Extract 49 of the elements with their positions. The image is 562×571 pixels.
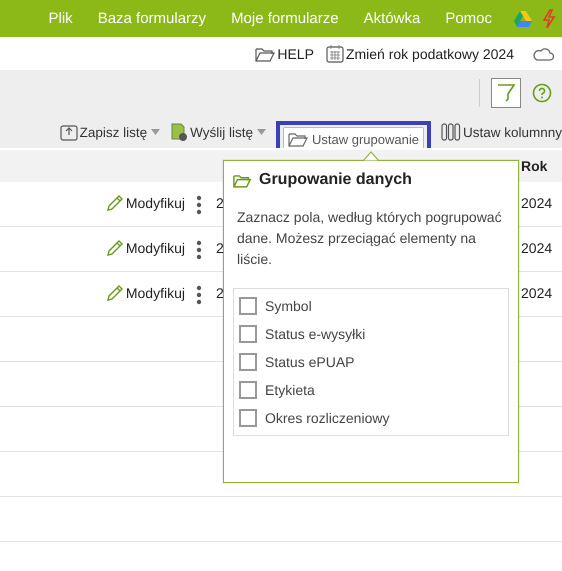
table-cell: 2 — [216, 195, 224, 211]
folder-icon — [233, 172, 253, 188]
folder-icon — [255, 46, 276, 62]
columns-icon — [440, 123, 461, 141]
help-link[interactable]: Zmień rok podatkowy 2024 — [326, 44, 514, 63]
document-icon — [170, 123, 188, 141]
modify-button[interactable]: Modyfikuj — [106, 194, 185, 212]
pencil-icon — [106, 194, 124, 212]
checkbox-option[interactable]: Etykieta — [234, 376, 508, 404]
checkbox-option[interactable]: Okres rozliczeniowy — [234, 404, 508, 432]
checkbox[interactable] — [239, 381, 257, 399]
more-icon[interactable] — [196, 285, 202, 305]
modify-button[interactable]: Modyfikuj — [106, 239, 185, 257]
calendar-icon — [326, 44, 344, 63]
popup-title: Grupowanie danych — [259, 171, 412, 189]
checkbox[interactable] — [239, 325, 257, 343]
link-text[interactable]: HELP — [277, 46, 314, 62]
help-link[interactable]: HELP — [255, 46, 314, 62]
checkbox-option[interactable]: Status e-wysyłki — [234, 320, 508, 348]
filter-button[interactable] — [491, 78, 521, 108]
link-text[interactable]: Zmień rok podatkowy 2024 — [346, 46, 514, 62]
caret-icon[interactable] — [151, 129, 160, 135]
help-icon[interactable] — [532, 83, 552, 103]
caret-icon[interactable] — [257, 129, 266, 135]
checkbox[interactable] — [239, 297, 257, 315]
pencil-icon — [106, 239, 124, 257]
triangle-icon[interactable] — [514, 10, 532, 26]
cloud-icon[interactable] — [532, 46, 554, 60]
popup-description: Zaznacz pola, według których pogrupować dane. Możesz przeciągać elementy na liście. — [237, 208, 503, 269]
column-header[interactable]: Rok — [521, 158, 548, 174]
checkbox-option[interactable]: Status ePUAP — [234, 348, 508, 376]
toolbar-button[interactable]: Ustaw kolumnny — [440, 123, 562, 141]
more-icon[interactable] — [196, 195, 202, 215]
folder-icon — [288, 131, 310, 147]
toolbar-button[interactable]: Zapisz listę — [60, 123, 148, 141]
checkbox-option[interactable]: Symbol — [234, 292, 508, 320]
toolbar-button[interactable]: Wyślij listę — [170, 123, 253, 141]
checkbox[interactable] — [239, 353, 257, 371]
pencil-icon — [106, 284, 124, 302]
table-cell: 2024 — [521, 285, 552, 301]
table-cell: 2 — [216, 285, 224, 301]
lightning-icon[interactable] — [542, 8, 556, 28]
upload-icon — [60, 123, 78, 141]
checkbox[interactable] — [239, 409, 257, 427]
table-cell: 2 — [216, 240, 224, 256]
table-cell: 2024 — [521, 195, 552, 211]
table-cell: 2024 — [521, 240, 552, 256]
modify-button[interactable]: Modyfikuj — [106, 284, 185, 302]
more-icon[interactable] — [196, 240, 202, 260]
